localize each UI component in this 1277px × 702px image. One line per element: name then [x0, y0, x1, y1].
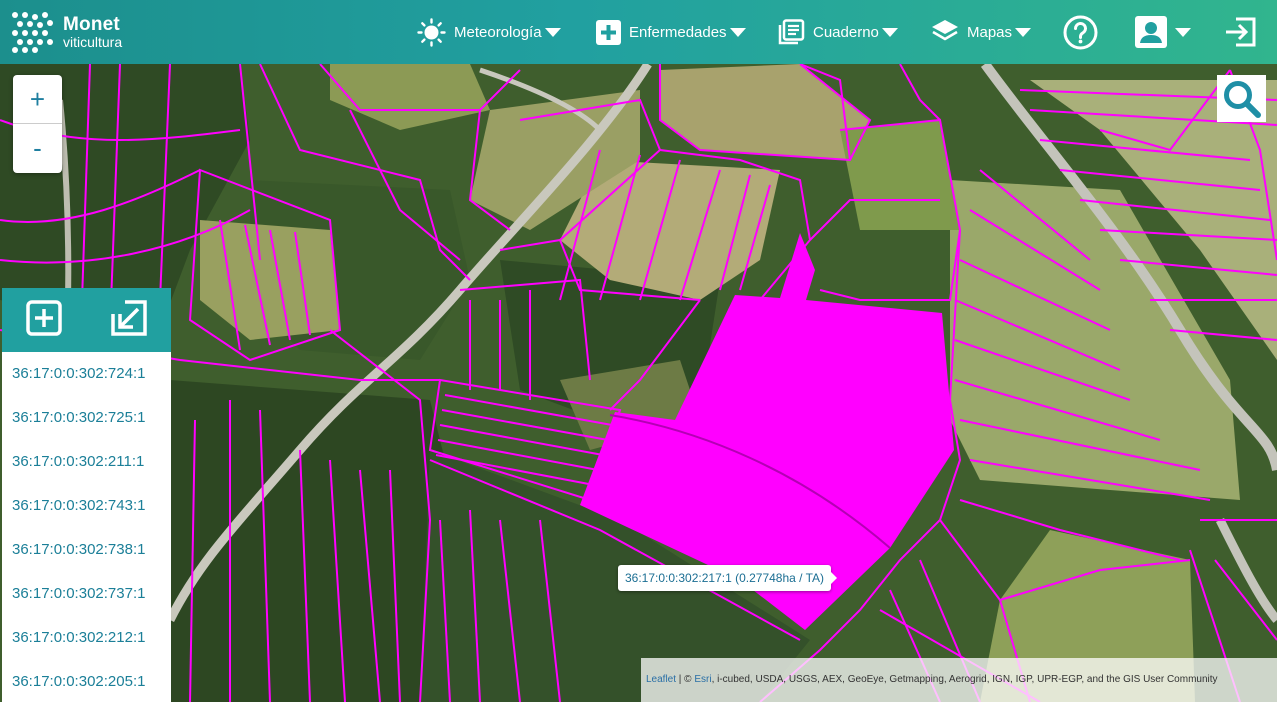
logout-icon	[1226, 17, 1256, 47]
esri-link[interactable]: Esri	[694, 674, 711, 685]
zoom-out-button[interactable]: -	[13, 124, 62, 172]
help-icon	[1063, 15, 1098, 49]
parcel-list-item[interactable]: 36:17:0:0:302:212:1	[2, 616, 171, 660]
nav-enfermedades[interactable]: Enfermedades	[596, 14, 746, 50]
nav-cuaderno-label: Cuaderno	[813, 23, 879, 41]
parcel-list-item[interactable]: 36:17:0:0:302:725:1	[2, 396, 171, 440]
import-arrow-icon	[111, 299, 147, 336]
search-icon	[1223, 80, 1261, 118]
zoom-control: + -	[13, 75, 62, 173]
attribution-text: , i-cubed, USDA, USGS, AEX, GeoEye, Getm…	[711, 674, 1218, 685]
attribution-separator: | ©	[676, 674, 695, 685]
parcel-list-item[interactable]: 36:17:0:0:302:737:1	[2, 572, 171, 616]
notebook-icon	[778, 18, 805, 44]
nav-mapas[interactable]: Mapas	[931, 14, 1032, 50]
brand-logo[interactable]: Monet viticultura	[11, 11, 122, 53]
parcel-list-item[interactable]: 36:17:0:0:302:743:1	[2, 484, 171, 528]
add-square-icon	[26, 299, 62, 336]
chevron-down-icon	[881, 27, 898, 37]
nav-cuaderno[interactable]: Cuaderno	[778, 14, 898, 50]
nav-meteorologia[interactable]: Meteorología	[417, 14, 561, 50]
chevron-down-icon	[544, 27, 561, 37]
chevron-down-icon	[1175, 27, 1191, 37]
parcel-map[interactable]	[0, 64, 1277, 702]
brand-name: Monet	[63, 14, 120, 35]
chevron-down-icon	[1015, 27, 1032, 37]
monet-logo-icon	[12, 12, 53, 53]
brand-subtitle: viticultura	[63, 34, 123, 50]
parcel-panel: 36:17:0:0:302:724:1 36:17:0:0:302:725:1 …	[2, 288, 171, 702]
parcel-list-item[interactable]: 36:17:0:0:302:205:1	[2, 660, 171, 702]
parcel-panel-toolbar	[2, 288, 171, 352]
nav-meteorologia-label: Meteorología	[454, 23, 542, 41]
nav-mapas-label: Mapas	[967, 23, 1013, 41]
plus-box-icon	[596, 19, 621, 45]
search-button[interactable]	[1217, 75, 1266, 122]
parcel-list: 36:17:0:0:302:724:1 36:17:0:0:302:725:1 …	[2, 352, 171, 702]
layers-icon	[932, 20, 958, 41]
parcel-list-item[interactable]: 36:17:0:0:302:724:1	[2, 352, 171, 396]
chevron-down-icon	[729, 27, 746, 37]
user-menu-button[interactable]	[1135, 14, 1191, 50]
top-navigation-bar: Monet viticultura Meteorología Enfermeda…	[0, 0, 1277, 64]
satellite-basemap[interactable]	[0, 64, 1277, 702]
parcel-tooltip: 36:17:0:0:302:217:1 (0.27748ha / TA)	[618, 565, 838, 591]
map-attribution: Leaflet | © Esri, i-cubed, USDA, USGS, A…	[641, 658, 1277, 702]
sun-icon	[417, 17, 446, 47]
parcel-list-item[interactable]: 36:17:0:0:302:211:1	[2, 440, 171, 484]
nav-enfermedades-label: Enfermedades	[629, 23, 727, 41]
import-parcel-button[interactable]	[111, 299, 147, 341]
leaflet-link[interactable]: Leaflet	[646, 674, 676, 685]
help-button[interactable]	[1063, 14, 1098, 50]
user-icon	[1135, 16, 1167, 48]
logout-button[interactable]	[1224, 14, 1257, 50]
add-parcel-button[interactable]	[26, 299, 62, 341]
zoom-in-button[interactable]: +	[13, 75, 62, 124]
parcel-list-item[interactable]: 36:17:0:0:302:738:1	[2, 528, 171, 572]
